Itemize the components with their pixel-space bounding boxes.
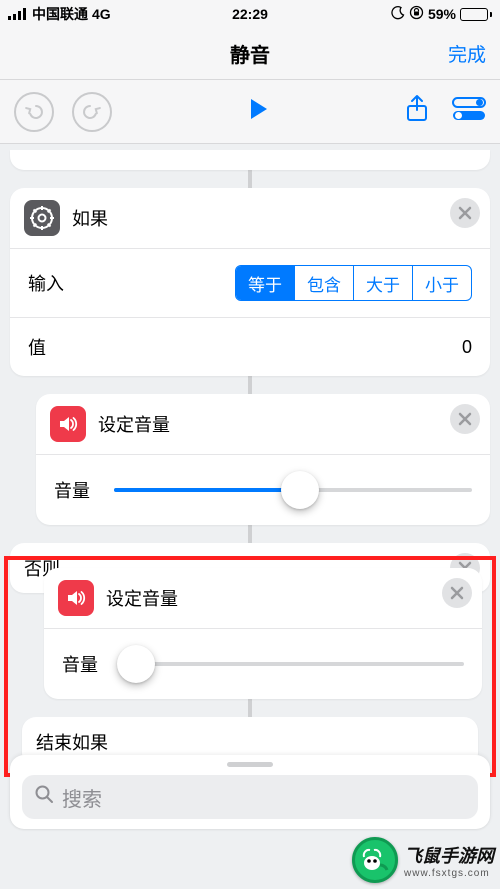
status-time: 22:29 <box>232 6 268 22</box>
search-placeholder: 搜索 <box>62 783 102 812</box>
search-input[interactable]: 搜索 <box>22 775 478 819</box>
if-value: 0 <box>462 337 472 358</box>
settings-toggle-button[interactable] <box>452 97 486 126</box>
if-value-label: 值 <box>28 334 46 360</box>
previous-card-stub <box>10 150 490 170</box>
seg-equals[interactable]: 等于 <box>236 266 294 300</box>
delete-action-button[interactable] <box>442 578 472 608</box>
battery-icon <box>460 8 492 21</box>
signal-bars-icon <box>8 8 28 20</box>
workflow-canvas: 如果 输入 等于 包含 大于 小于 值 0 设定音量 <box>0 144 500 889</box>
highlight-box: 设定音量 音量 结束如果 <box>4 556 496 777</box>
volume-row-1[interactable]: 音量 <box>36 454 490 525</box>
set-volume-title-1: 设定音量 <box>98 411 170 437</box>
share-button[interactable] <box>404 94 430 129</box>
connector-line <box>248 697 252 719</box>
delete-action-button[interactable] <box>450 198 480 228</box>
volume-row-2[interactable]: 音量 <box>44 628 482 699</box>
seg-less[interactable]: 小于 <box>412 266 471 300</box>
set-volume-title-2: 设定音量 <box>106 585 178 611</box>
action-search-panel[interactable]: 搜索 <box>10 755 490 829</box>
gear-icon <box>24 200 60 236</box>
endif-title: 结束如果 <box>36 729 108 755</box>
if-value-row[interactable]: 值 0 <box>10 317 490 376</box>
condition-segmented-control[interactable]: 等于 包含 大于 小于 <box>235 265 472 301</box>
moon-icon <box>391 6 405 23</box>
if-input-label: 输入 <box>28 270 64 296</box>
watermark: 飞鼠手游网 www.fsxtgs.com <box>352 837 494 883</box>
status-bar: 中国联通 4G 22:29 59% <box>0 0 500 28</box>
set-volume-card-2[interactable]: 设定音量 音量 <box>44 568 482 699</box>
speaker-icon <box>58 580 94 616</box>
watermark-brand: 飞鼠手游网 <box>404 846 494 866</box>
orientation-lock-icon <box>409 5 424 23</box>
network-label: 4G <box>92 6 111 22</box>
carrier-label: 中国联通 <box>32 4 88 24</box>
volume-label-2: 音量 <box>62 651 98 677</box>
seg-greater[interactable]: 大于 <box>353 266 412 300</box>
status-left: 中国联通 4G <box>8 4 232 24</box>
undo-button[interactable] <box>14 92 54 132</box>
done-button[interactable]: 完成 <box>448 40 486 67</box>
editor-toolbar <box>0 80 500 144</box>
if-card-title: 如果 <box>72 205 108 231</box>
connector-line <box>248 168 252 190</box>
title-bar: 静音 完成 <box>0 28 500 80</box>
redo-button[interactable] <box>72 92 112 132</box>
search-icon <box>34 784 54 810</box>
drag-handle-icon[interactable] <box>227 762 273 767</box>
slider-thumb-icon[interactable] <box>117 645 155 683</box>
seg-contains[interactable]: 包含 <box>294 266 353 300</box>
volume-label-1: 音量 <box>54 477 90 503</box>
status-right: 59% <box>268 5 492 23</box>
slider-thumb-icon[interactable] <box>281 471 319 509</box>
if-action-card[interactable]: 如果 输入 等于 包含 大于 小于 值 0 <box>10 188 490 376</box>
set-volume-card-1[interactable]: 设定音量 音量 <box>36 394 490 525</box>
connector-line <box>248 523 252 545</box>
watermark-url: www.fsxtgs.com <box>404 868 494 879</box>
connector-line <box>248 374 252 396</box>
page-title: 静音 <box>230 39 270 68</box>
speaker-icon <box>50 406 86 442</box>
battery-pct: 59% <box>428 6 456 22</box>
play-button[interactable] <box>245 96 271 127</box>
volume-slider-2[interactable] <box>122 645 464 683</box>
watermark-badge-icon <box>352 837 398 883</box>
if-input-row[interactable]: 输入 等于 包含 大于 小于 <box>10 248 490 317</box>
volume-slider-1[interactable] <box>114 471 472 509</box>
delete-action-button[interactable] <box>450 404 480 434</box>
